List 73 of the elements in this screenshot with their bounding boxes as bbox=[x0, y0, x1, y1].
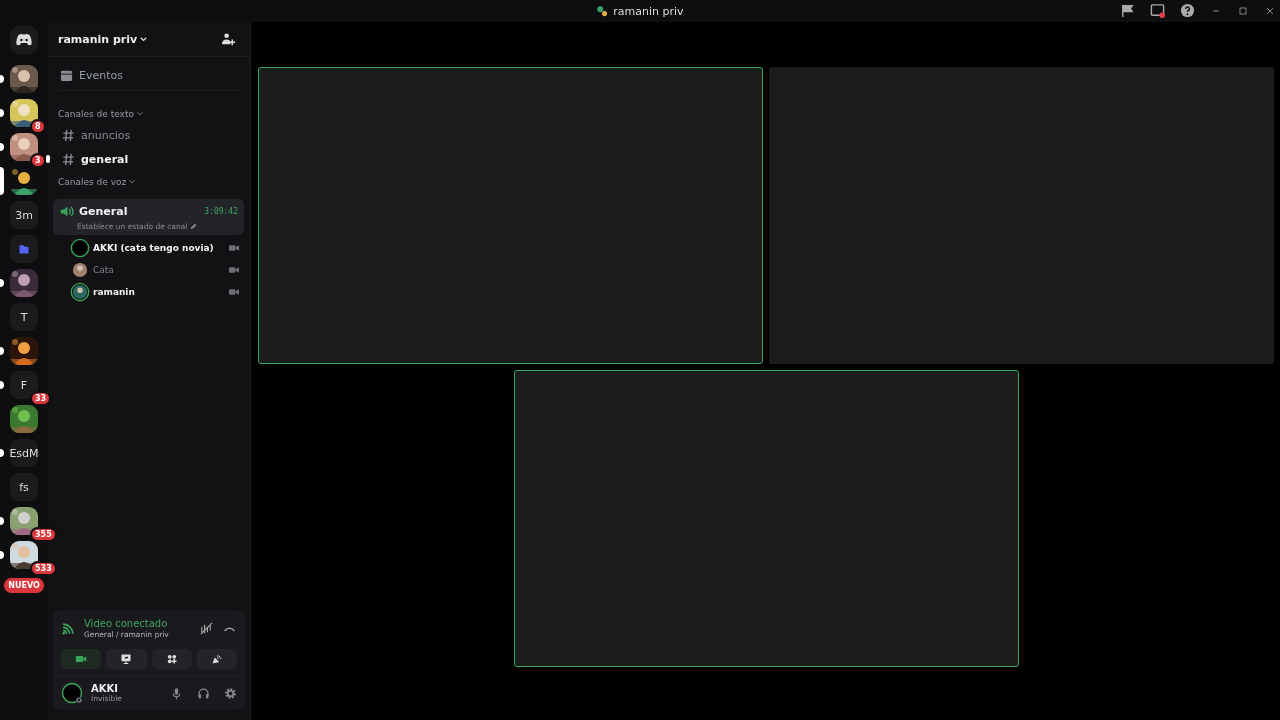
invite-icon[interactable] bbox=[221, 31, 236, 47]
member-name: ramanin bbox=[93, 287, 136, 297]
events-label: Eventos bbox=[79, 69, 123, 82]
unread-badge: 355 bbox=[30, 527, 57, 542]
server-icon[interactable]: 3m bbox=[10, 201, 38, 229]
call-action-button[interactable] bbox=[106, 649, 147, 669]
voice-member[interactable]: ramanin bbox=[48, 281, 250, 303]
unread-badge: 533 bbox=[30, 561, 57, 576]
camera-icon bbox=[229, 266, 239, 274]
settings-icon[interactable] bbox=[224, 686, 237, 700]
help-icon[interactable] bbox=[1180, 3, 1195, 18]
hash-icon bbox=[62, 152, 75, 166]
pencil-icon bbox=[190, 223, 198, 230]
flag-icon[interactable] bbox=[1120, 3, 1135, 18]
speaker-icon bbox=[59, 204, 74, 219]
events-item[interactable]: Eventos bbox=[48, 69, 250, 82]
soundboard-icon bbox=[210, 653, 223, 665]
server-icon[interactable] bbox=[10, 133, 38, 161]
connection-status: Video conectado bbox=[84, 618, 169, 629]
video-tile[interactable] bbox=[513, 370, 1019, 667]
controller-icon bbox=[15, 33, 33, 47]
call-action-button[interactable] bbox=[61, 649, 102, 669]
server-icon[interactable]: fs bbox=[10, 473, 38, 501]
member-name: Cata bbox=[93, 265, 115, 275]
headphones-icon[interactable] bbox=[197, 686, 210, 700]
calendar-icon bbox=[60, 69, 73, 82]
chevron-icon bbox=[136, 110, 144, 118]
server-icon[interactable]: EsdM bbox=[10, 439, 38, 467]
folder-icon bbox=[18, 243, 30, 255]
server-icon[interactable] bbox=[10, 99, 38, 127]
camera-icon bbox=[75, 653, 88, 665]
category-header[interactable]: Canales de texto bbox=[48, 109, 250, 119]
video-tile[interactable] bbox=[769, 67, 1274, 364]
microphone-icon[interactable] bbox=[170, 686, 183, 700]
hash-icon bbox=[62, 128, 75, 142]
server-icon[interactable] bbox=[10, 65, 38, 93]
member-name: AKKI (cata tengo novia) bbox=[93, 243, 215, 253]
server-icon[interactable]: T bbox=[10, 303, 38, 331]
call-action-button[interactable] bbox=[151, 649, 192, 669]
chevron-icon bbox=[139, 34, 149, 44]
user-name: AKKI bbox=[91, 683, 119, 694]
screen-icon[interactable] bbox=[1150, 3, 1165, 18]
server-folder[interactable] bbox=[10, 235, 38, 263]
text-channel[interactable]: anuncios bbox=[52, 124, 246, 146]
call-timer: 3:09:42 bbox=[204, 207, 238, 216]
text-channel[interactable]: general bbox=[52, 148, 246, 170]
voice-member[interactable]: Cata bbox=[48, 259, 250, 281]
unread-badge: 3 bbox=[30, 153, 46, 168]
activities-icon bbox=[165, 653, 178, 665]
avatar bbox=[61, 682, 83, 704]
voice-member[interactable]: AKKI (cata tengo novia) bbox=[48, 237, 250, 259]
noise-suppression-icon[interactable] bbox=[199, 621, 214, 636]
home-button[interactable] bbox=[10, 26, 38, 54]
window-title: ramanin priv bbox=[613, 4, 684, 18]
video-tile[interactable] bbox=[258, 67, 763, 364]
channel-name: general bbox=[81, 152, 129, 166]
camera-icon bbox=[229, 244, 239, 252]
signal-icon bbox=[61, 621, 76, 636]
server-icon[interactable] bbox=[10, 269, 38, 297]
new-badge: NUEVO bbox=[3, 576, 45, 594]
unread-badge: 8 bbox=[30, 119, 46, 134]
category-header[interactable]: Canales de voz bbox=[48, 177, 250, 187]
call-action-button[interactable] bbox=[196, 649, 237, 669]
server-icon[interactable] bbox=[10, 337, 38, 365]
screen-share-icon bbox=[120, 653, 133, 665]
channel-name: anuncios bbox=[81, 128, 131, 142]
chevron-icon bbox=[128, 178, 137, 186]
server-name[interactable]: ramanin priv bbox=[58, 32, 149, 46]
channel-name: General bbox=[79, 205, 129, 218]
server-icon[interactable] bbox=[10, 167, 38, 195]
server-icon[interactable] bbox=[10, 405, 38, 433]
maximize-icon[interactable] bbox=[1237, 4, 1249, 17]
camera-icon bbox=[229, 288, 239, 296]
